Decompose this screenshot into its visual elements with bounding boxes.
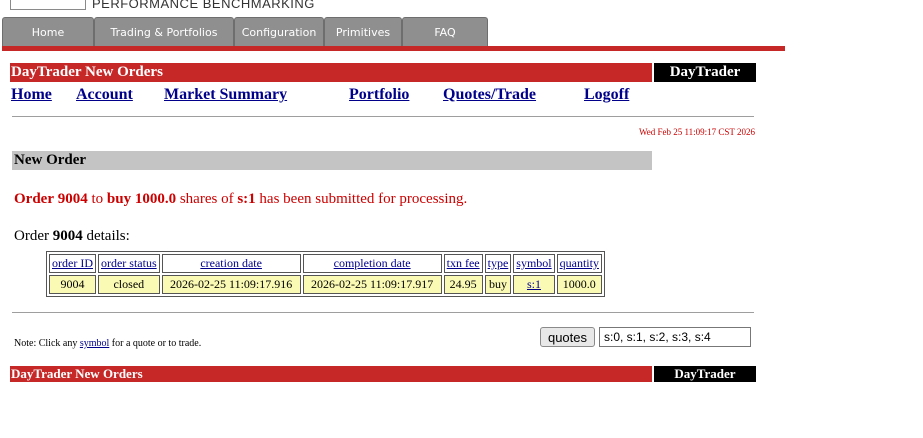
benchmark-logo [10, 0, 86, 10]
cell-symbol[interactable]: s:1 [513, 275, 555, 294]
nav-home-link[interactable]: Home [11, 86, 52, 104]
tab-faq[interactable]: FAQ [402, 17, 488, 46]
message-symbol: s:1 [237, 191, 256, 207]
order-details-label: Order 9004 details: [14, 228, 130, 245]
note-suffix: for a quote or to trade. [111, 338, 202, 349]
message-order-id: 9004 [57, 191, 88, 207]
nav-logoff-link[interactable]: Logoff [584, 86, 629, 104]
cell-completion-date: 2026-02-25 11:09:17.917 [302, 275, 442, 294]
cell-order-status: closed [97, 275, 160, 294]
cell-txn-fee: 24.95 [443, 275, 483, 294]
cell-type: buy [484, 275, 512, 294]
header-link[interactable]: type [488, 256, 509, 270]
message-shares-of: shares of [179, 191, 234, 207]
nav-market-summary-link[interactable]: Market Summary [164, 86, 287, 104]
page-title-bar: DayTrader New Orders [10, 63, 652, 82]
timestamp: Wed Feb 25 11:09:17 CST 2026 [638, 127, 755, 137]
footer-title-bar: DayTrader New Orders [10, 366, 652, 382]
tab-primitives[interactable]: Primitives [324, 17, 402, 46]
cell-order-id: 9004 [49, 275, 96, 294]
cell-quantity: 1000.0 [556, 275, 602, 294]
footer-daytrader-logo: DayTrader [654, 366, 756, 382]
message-order-word: Order [14, 191, 54, 207]
header-link[interactable]: quantity [560, 256, 599, 270]
message-quantity: 1000.0 [134, 191, 177, 207]
symbol-note: Note: Click any symbol for a quote or to… [14, 338, 201, 349]
tab-underline-rule [2, 46, 785, 51]
col-txn-fee-header[interactable]: txn fee [443, 254, 483, 273]
divider [12, 116, 754, 117]
header-link[interactable]: order status [101, 256, 157, 270]
symbol-link[interactable]: s:1 [527, 277, 541, 291]
nav-quotes-trade-link[interactable]: Quotes/Trade [443, 86, 536, 104]
symbols-input[interactable] [599, 327, 751, 347]
daytrader-logo: DayTrader [654, 63, 756, 82]
details-prefix: Order [14, 228, 49, 244]
col-completion-date-header[interactable]: completion date [302, 254, 442, 273]
header-link[interactable]: order ID [52, 256, 93, 270]
header-link[interactable]: completion date [334, 256, 411, 270]
message-action: buy [106, 191, 132, 207]
order-details-table: order ID order status creation date comp… [46, 251, 605, 297]
divider [12, 312, 754, 313]
header-link[interactable]: creation date [200, 256, 262, 270]
message-tail: has been submitted for processing. [259, 191, 468, 207]
details-suffix: details: [86, 228, 130, 244]
col-symbol-header[interactable]: symbol [513, 254, 555, 273]
note-prefix: Note: Click any [14, 338, 78, 349]
tab-trading-portfolios[interactable]: Trading & Portfolios [94, 17, 234, 46]
table-row: 9004 closed 2026-02-25 11:09:17.916 2026… [49, 275, 602, 294]
col-quantity-header[interactable]: quantity [556, 254, 602, 273]
table-header-row: order ID order status creation date comp… [49, 254, 602, 273]
col-order-id-header[interactable]: order ID [49, 254, 96, 273]
details-order-id: 9004 [52, 228, 83, 244]
note-symbol-link[interactable]: symbol [80, 338, 109, 349]
quotes-button[interactable]: quotes [540, 327, 595, 347]
cell-creation-date: 2026-02-25 11:09:17.916 [161, 275, 301, 294]
tab-home[interactable]: Home [2, 17, 94, 46]
col-order-status-header[interactable]: order status [97, 254, 160, 273]
col-creation-date-header[interactable]: creation date [161, 254, 301, 273]
tab-configuration[interactable]: Configuration [234, 17, 324, 46]
header-link[interactable]: txn fee [447, 256, 480, 270]
section-title: New Order [12, 151, 652, 170]
col-type-header[interactable]: type [484, 254, 512, 273]
order-confirmation-message: Order 9004 to buy 1000.0 shares of s:1 h… [14, 191, 467, 208]
nav-account-link[interactable]: Account [76, 86, 133, 104]
header-link[interactable]: symbol [516, 256, 551, 270]
message-to: to [91, 191, 104, 207]
benchmark-title: PERFORMANCE BENCHMARKING [92, 0, 315, 11]
nav-portfolio-link[interactable]: Portfolio [349, 86, 409, 104]
